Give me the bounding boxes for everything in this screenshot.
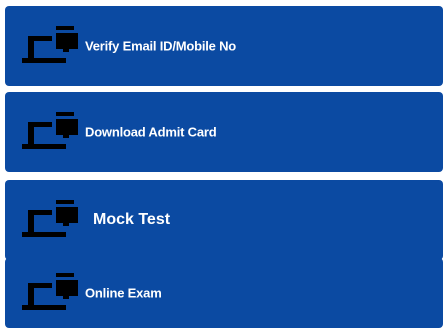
- online-exam-button[interactable]: Online Exam: [5, 258, 443, 328]
- download-admit-card-button[interactable]: Download Admit Card: [5, 92, 443, 172]
- mock-test-label: Mock Test: [93, 211, 171, 228]
- desktop-computer-icon: [22, 271, 82, 315]
- desktop-computer-icon: [22, 24, 82, 68]
- desktop-computer-icon: [22, 110, 82, 154]
- download-admit-card-label: Download Admit Card: [85, 124, 217, 140]
- mock-test-button[interactable]: Mock Test: [5, 180, 443, 260]
- online-exam-label: Online Exam: [85, 285, 162, 301]
- desktop-computer-icon: [22, 198, 82, 242]
- verify-email-mobile-label: Verify Email ID/Mobile No: [85, 38, 237, 54]
- verify-email-mobile-button[interactable]: Verify Email ID/Mobile No: [5, 6, 443, 86]
- menu-list: Verify Email ID/Mobile No Download Admit…: [0, 0, 446, 328]
